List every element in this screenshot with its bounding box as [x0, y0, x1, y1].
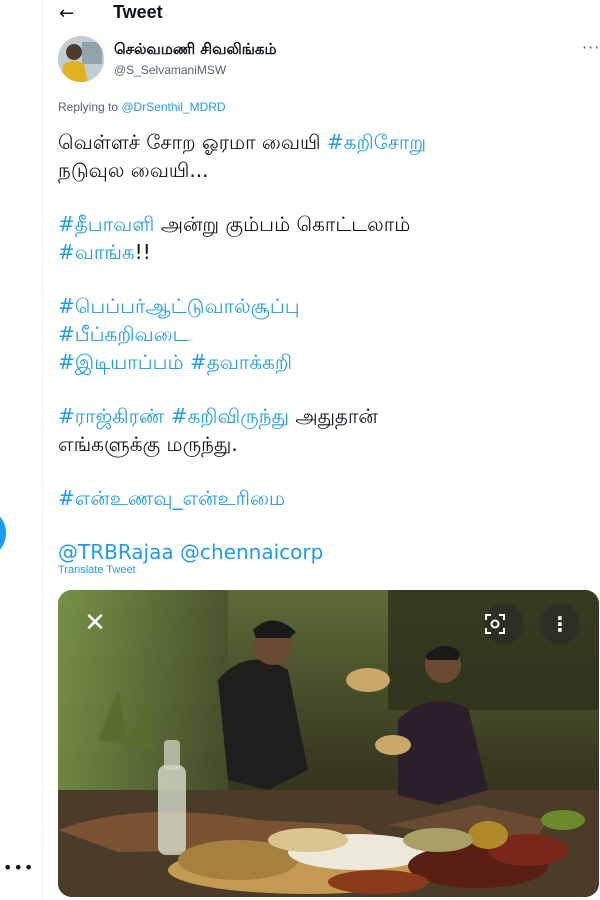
- replying-to-line: Replying to @DrSenthil_MDRD: [58, 100, 226, 114]
- tweet-text-segment: அன்று கும்பம் கொட்டலாம்: [154, 212, 411, 236]
- close-icon[interactable]: ✕: [80, 608, 110, 638]
- hashtag-link[interactable]: #வாங்க: [58, 240, 135, 264]
- page-title: Tweet: [113, 2, 163, 22]
- tweet-text-segment: !!: [134, 240, 151, 264]
- author-display-name[interactable]: செல்வமணி சிவலிங்கம்: [114, 40, 277, 60]
- tweet-line: @TRBRajaa @chennaicorp: [58, 538, 578, 566]
- hashtag-link[interactable]: #தீபாவளி: [58, 212, 154, 236]
- tweet-line: #இடியாப்பம் #தவாக்கறி: [58, 348, 578, 376]
- more-options-icon[interactable]: ···: [582, 38, 600, 57]
- author-handle[interactable]: @S_SelvamaniMSW: [114, 63, 226, 77]
- left-nav-strip: [0, 0, 42, 900]
- account-more-icon[interactable]: •••: [3, 858, 34, 877]
- column-divider: [42, 0, 43, 900]
- arrow-left-icon[interactable]: ←: [59, 3, 74, 24]
- tweet-line: #ராஜ்கிரண் #கறிவிருந்து அதுதான்: [58, 402, 578, 430]
- hashtag-link[interactable]: #தவாக்கறி: [190, 350, 292, 374]
- hashtag-link[interactable]: #ராஜ்கிரண்: [58, 404, 164, 428]
- translate-tweet-link[interactable]: Translate Tweet: [58, 564, 136, 576]
- replying-to-link[interactable]: @DrSenthil_MDRD: [121, 100, 225, 114]
- hashtag-link[interactable]: #இடியாப்பம்: [58, 350, 184, 374]
- hashtag-link[interactable]: #என்உணவு_என்உரிமை: [58, 486, 285, 510]
- hashtag-link[interactable]: #பீப்கறிவடை: [58, 322, 189, 346]
- tweet-text: வெள்ளச் சோற ஓரமா வையி #கறிசோறு நடுவுல வை…: [58, 128, 578, 566]
- tweet-line: எங்களுக்கு மருந்து.: [58, 430, 578, 458]
- tweet-text-segment: வெள்ளச் சோற ஓரமா வையி: [58, 130, 327, 154]
- tweet-text-segment: நடுவுல வையி...: [58, 158, 209, 182]
- tweet-line: #தீபாவளி அன்று கும்பம் கொட்டலாம்: [58, 210, 578, 238]
- vertical-dots-icon[interactable]: ⋮: [540, 604, 580, 644]
- tweet-line: வெள்ளச் சோற ஓரமா வையி #கறிசோறு: [58, 128, 578, 156]
- page-header: ← Tweet: [43, 0, 600, 28]
- hashtag-link[interactable]: #பெப்பர்ஆட்டுவால்சூப்பு: [58, 294, 300, 318]
- mention-link[interactable]: @chennaicorp: [180, 540, 323, 564]
- tweet-media-image[interactable]: ✕ ⋮: [58, 590, 599, 897]
- tweet-text-segment: எங்களுக்கு மருந்து.: [58, 432, 238, 456]
- tweet-line: #என்உணவு_என்உரிமை: [58, 484, 578, 512]
- hashtag-link[interactable]: #கறிசோறு: [327, 130, 426, 154]
- tweet-line: #வாங்க!!: [58, 238, 578, 266]
- replying-to-label: Replying to: [58, 100, 122, 114]
- avatar[interactable]: [58, 36, 104, 82]
- tweet-line: #பீப்கறிவடை: [58, 320, 578, 348]
- lens-search-icon[interactable]: [484, 604, 524, 644]
- tweet-text-segment: அதுதான்: [288, 404, 378, 428]
- tweet-line: #பெப்பர்ஆட்டுவால்சூப்பு: [58, 292, 578, 320]
- tweet-line: நடுவுல வையி...: [58, 156, 578, 184]
- mention-link[interactable]: @TRBRajaa: [58, 540, 174, 564]
- hashtag-link[interactable]: #கறிவிருந்து: [171, 404, 289, 428]
